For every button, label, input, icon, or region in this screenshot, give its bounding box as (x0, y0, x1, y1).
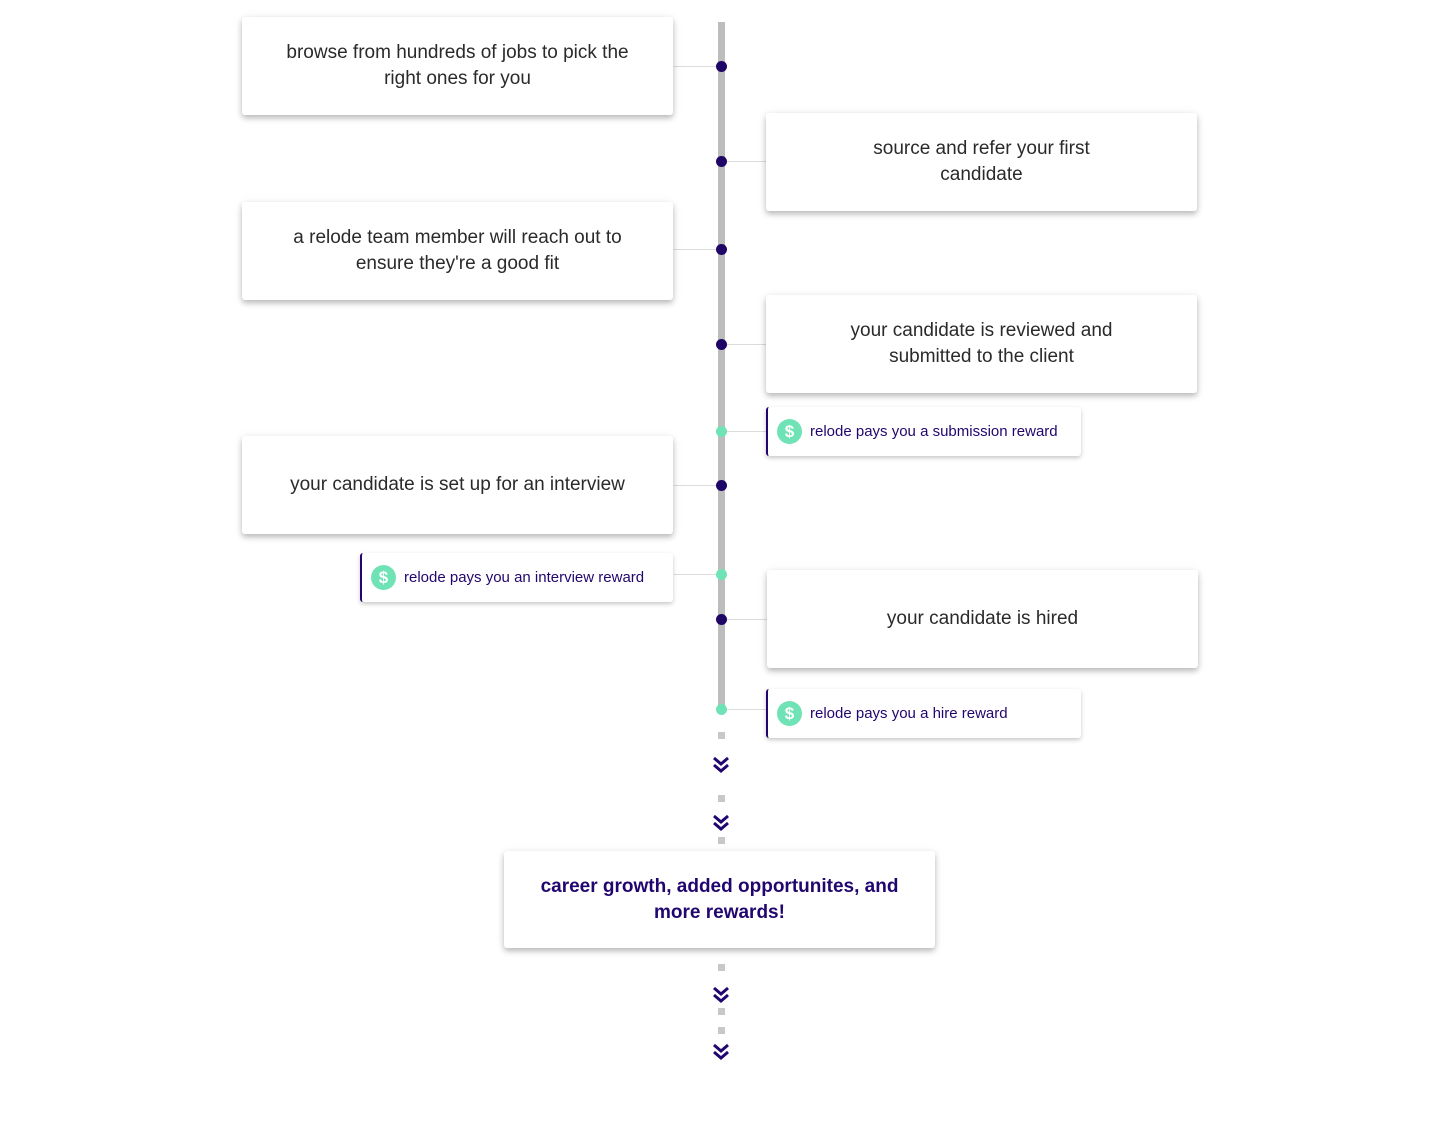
dashed-rail-segment (718, 837, 725, 844)
reward-text: relode pays you a submission reward (810, 423, 1058, 440)
dollar-coin-icon: $ (777, 701, 802, 726)
step-marker-dot (716, 244, 727, 255)
step-marker-dot (716, 614, 727, 625)
connector-line (725, 619, 767, 620)
reward-marker-dot (716, 569, 727, 580)
final-outcome-card: career growth, added opportunites, and m… (504, 851, 935, 948)
step-marker-dot (716, 156, 727, 167)
dollar-coin-icon: $ (777, 419, 802, 444)
referral-process-timeline: browse from hundreds of jobs to pick the… (0, 0, 1440, 1132)
step-text: a relode team member will reach out to e… (293, 227, 622, 274)
reward-card-interview: $ relode pays you an interview reward (360, 553, 673, 602)
step-marker-dot (716, 339, 727, 350)
double-chevron-down-icon (712, 1043, 730, 1061)
connector-line (674, 249, 718, 250)
double-chevron-down-icon (712, 986, 730, 1004)
step-text: your candidate is hired (886, 608, 1079, 629)
reward-text: relode pays you an interview reward (404, 569, 645, 586)
connector-line (674, 66, 718, 67)
step-text: your candidate is reviewed and submitted… (850, 320, 1113, 367)
step-text: your candidate is set up for an intervie… (290, 474, 625, 495)
dashed-rail-segment (718, 732, 725, 739)
reward-marker-dot (716, 426, 727, 437)
dollar-coin-icon: $ (371, 565, 396, 590)
double-chevron-down-icon (712, 814, 730, 832)
connector-line (725, 161, 767, 162)
step-card-reviewed-submitted: your candidate is reviewed and submitted… (766, 295, 1197, 393)
step-text: browse from hundreds of jobs to pick the… (286, 42, 629, 89)
connector-line (725, 344, 767, 345)
reward-card-submission: $ relode pays you a submission reward (766, 407, 1081, 456)
connector-line (674, 574, 718, 575)
step-card-hired: your candidate is hired (767, 570, 1198, 668)
dashed-rail-segment (718, 1008, 725, 1015)
reward-text: relode pays you a hire reward (810, 705, 1008, 722)
reward-marker-dot (716, 704, 727, 715)
connector-line (725, 709, 767, 710)
step-marker-dot (716, 480, 727, 491)
step-card-browse-jobs: browse from hundreds of jobs to pick the… (242, 17, 673, 115)
final-text: career growth, added opportunites, and m… (540, 875, 899, 923)
dashed-rail-segment (718, 795, 725, 802)
double-chevron-down-icon (712, 756, 730, 774)
timeline-rail (718, 22, 725, 710)
reward-card-hire: $ relode pays you a hire reward (766, 689, 1081, 738)
step-marker-dot (716, 61, 727, 72)
step-card-team-outreach: a relode team member will reach out to e… (242, 202, 673, 300)
step-card-interview: your candidate is set up for an intervie… (242, 436, 673, 534)
connector-line (725, 431, 767, 432)
connector-line (674, 485, 718, 486)
step-card-refer-candidate: source and refer your first candidate (766, 113, 1197, 211)
dashed-rail-segment (718, 964, 725, 971)
dashed-rail-segment (718, 1027, 725, 1034)
step-text: source and refer your first candidate (873, 138, 1090, 185)
